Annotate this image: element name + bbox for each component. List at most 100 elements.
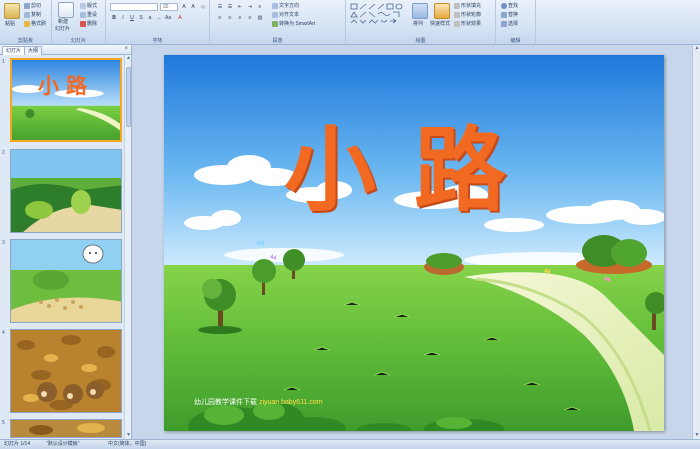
justify-icon[interactable]: ≡	[246, 14, 254, 21]
font-size-box[interactable]: 32	[160, 3, 178, 11]
columns-icon[interactable]: ▥	[256, 14, 264, 21]
thumbnail-number: 1	[2, 59, 5, 65]
thumbnail-row-4[interactable]: 4	[0, 329, 124, 417]
layout-button[interactable]: 版式	[80, 2, 97, 9]
thumbnail-row-2[interactable]: 2	[0, 149, 124, 237]
slide-counter: 幻灯片 1/14	[4, 441, 31, 447]
slide-thumbnail-4[interactable]	[10, 329, 122, 413]
align-left-icon[interactable]: ≡	[216, 14, 224, 21]
decrease-indent-icon[interactable]: ⇤	[236, 3, 244, 10]
watermark-url: ziyuan.baby611.com	[258, 399, 323, 406]
grow-font-icon[interactable]: A	[180, 3, 188, 10]
reset-button[interactable]: 重设	[80, 11, 97, 18]
align-text-button[interactable]: 对齐文本	[272, 11, 299, 18]
watermark-text: 幼儿园教学课件下载	[194, 399, 257, 406]
slides-label: 幻灯片	[70, 38, 86, 44]
font-group: 32 A A ◇ B I U S a ↔ Aa A 字体	[106, 0, 210, 45]
shapes-gallery[interactable]	[350, 3, 408, 25]
increase-indent-icon[interactable]: ⇥	[246, 3, 254, 10]
clipboard-group: 粘贴 剪切 复制 格式刷 剪贴板	[0, 0, 52, 45]
slide-thumbnail-1[interactable]: 小路	[10, 58, 122, 142]
text-direction-icon	[272, 2, 278, 9]
main-scroll-down-icon[interactable]: ▼	[693, 432, 700, 439]
shape-outline-button[interactable]: 形状轮廓	[454, 11, 481, 18]
font-name-box[interactable]	[110, 3, 158, 11]
scroll-up-icon[interactable]: ▲	[125, 55, 132, 62]
thumb4-image	[11, 330, 121, 412]
spacing-icon[interactable]: ↔	[155, 14, 163, 21]
paste-icon[interactable]	[4, 3, 20, 19]
editing-label: 编辑	[510, 38, 521, 44]
shadow-icon[interactable]: a	[146, 14, 154, 21]
paragraph-label: 段落	[272, 38, 283, 44]
italic-icon[interactable]: I	[119, 14, 127, 21]
underline-icon[interactable]: U	[128, 14, 136, 21]
bullets-icon[interactable]: ☰	[216, 3, 224, 10]
format-painter-button[interactable]: 格式刷	[24, 20, 46, 27]
clipboard-label: 剪贴板	[17, 38, 33, 44]
thumbnail-row-1[interactable]: 1 小路	[0, 58, 124, 146]
numbering-icon[interactable]: ☰	[226, 3, 234, 10]
tab-slides[interactable]: 幻灯片	[2, 46, 26, 55]
tab-outline[interactable]: 大纲	[24, 46, 43, 55]
panel-tabs: 幻灯片 大纲 ×	[0, 45, 131, 55]
slide-watermark: 幼儿园教学课件下载 ziyuan.baby611.com	[194, 397, 323, 407]
clear-format-icon[interactable]: ◇	[199, 3, 207, 10]
replace-icon	[501, 11, 507, 18]
copy-button[interactable]: 复制	[24, 11, 41, 18]
layout-icon	[80, 2, 86, 9]
delete-slide-button[interactable]: 删除	[80, 20, 97, 27]
delete-icon	[80, 20, 86, 27]
line-spacing-icon[interactable]: ≡	[256, 3, 264, 10]
slide-editing-area: 小路 幼儿园教学课件下载 ziyuan.baby611.com ▲ ▼	[132, 45, 700, 439]
find-button[interactable]: 查找	[501, 2, 518, 9]
replace-button[interactable]: 替换	[501, 11, 518, 18]
shrink-font-icon[interactable]: A	[189, 3, 197, 10]
thumbnail-number: 2	[2, 150, 5, 156]
change-case-icon[interactable]: Aa	[164, 14, 172, 21]
current-slide[interactable]: 小路 幼儿园教学课件下载 ziyuan.baby611.com	[164, 55, 664, 431]
brush-icon	[24, 20, 30, 27]
paragraph-group: ☰ ☰ ⇤ ⇥ ≡ ≡ ≡ ≡ ≡ ▥ 文字方向 对齐文本 转换为 SmartA…	[210, 0, 346, 45]
panel-scrollbar[interactable]: ▲ ▼	[124, 55, 131, 439]
close-panel-icon[interactable]: ×	[124, 46, 128, 52]
quick-styles-button[interactable]: 快速样式	[430, 20, 450, 27]
smartart-button[interactable]: 转换为 SmartArt	[272, 20, 315, 27]
thumb3-image	[11, 240, 121, 322]
slide-thumbnail-2[interactable]	[10, 149, 122, 233]
arrange-icon[interactable]	[412, 3, 428, 19]
bold-icon[interactable]: B	[110, 14, 118, 21]
language-indicator[interactable]: 中文(简体，中国)	[108, 440, 146, 449]
thumbnail-number: 4	[2, 330, 5, 336]
main-scroll-up-icon[interactable]: ▲	[693, 45, 700, 52]
align-right-icon[interactable]: ≡	[236, 14, 244, 21]
thumbnail-row-5[interactable]: 5	[0, 419, 124, 439]
outline-pen-icon	[454, 11, 460, 18]
scissors-icon	[24, 2, 30, 9]
reset-icon	[80, 11, 86, 18]
shape-fill-button[interactable]: 形状填充	[454, 2, 481, 9]
scroll-thumb[interactable]	[126, 67, 131, 127]
thumbnail-row-3[interactable]: 3	[0, 239, 124, 327]
new-slide-button[interactable]: 新建	[58, 18, 68, 25]
align-center-icon[interactable]: ≡	[226, 14, 234, 21]
scroll-down-icon[interactable]: ▼	[125, 432, 132, 439]
main-scrollbar[interactable]: ▲ ▼	[692, 45, 700, 439]
slide-thumbnail-5[interactable]	[10, 419, 122, 438]
arrange-button[interactable]: 排列	[413, 20, 423, 27]
new-slide-label2: 幻灯片	[55, 26, 71, 32]
text-direction-button[interactable]: 文字方向	[272, 2, 299, 9]
quick-styles-icon[interactable]	[434, 3, 450, 19]
slide-thumbnail-3[interactable]	[10, 239, 122, 323]
paste-button[interactable]: 粘贴	[5, 20, 15, 27]
font-label: 字体	[152, 38, 163, 44]
font-color-icon[interactable]: A	[176, 14, 184, 21]
slide-title[interactable]: 小路	[284, 125, 544, 217]
cut-button[interactable]: 剪切	[24, 2, 41, 9]
strikethrough-icon[interactable]: S	[137, 14, 145, 21]
select-button[interactable]: 选择	[501, 20, 518, 27]
new-slide-icon[interactable]	[58, 2, 74, 18]
drawing-label: 绘图	[415, 38, 426, 44]
thumbnail-number: 3	[2, 240, 5, 246]
shape-effects-button[interactable]: 形状效果	[454, 20, 481, 27]
